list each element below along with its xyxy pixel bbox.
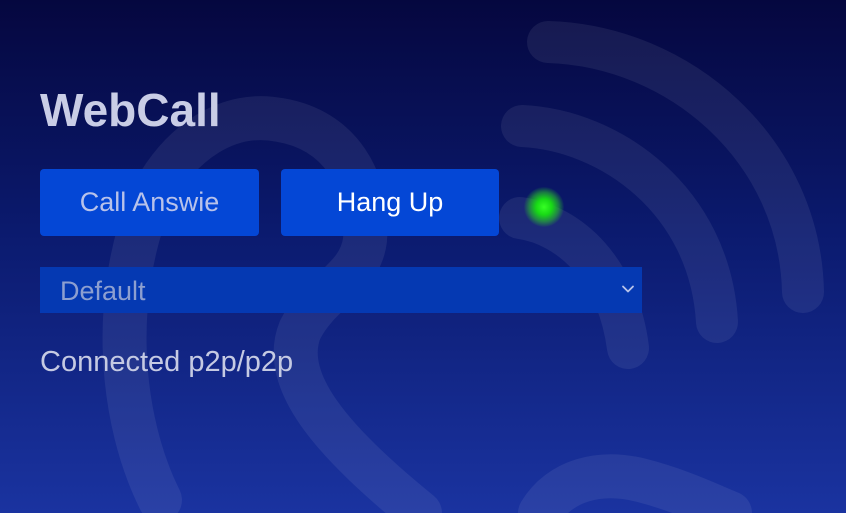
background-phone-signal-art: [102, 21, 824, 513]
device-select[interactable]: Default: [40, 267, 642, 313]
connection-status-text: Connected p2p/p2p: [40, 346, 294, 378]
device-select-value: Default: [60, 276, 146, 306]
hang-up-button[interactable]: Hang Up: [281, 169, 499, 236]
call-answer-button[interactable]: Call Answie: [40, 169, 259, 236]
chevron-down-icon: [622, 285, 634, 293]
green-status-dot-icon: [524, 187, 564, 227]
page-title: WebCall: [40, 84, 221, 136]
